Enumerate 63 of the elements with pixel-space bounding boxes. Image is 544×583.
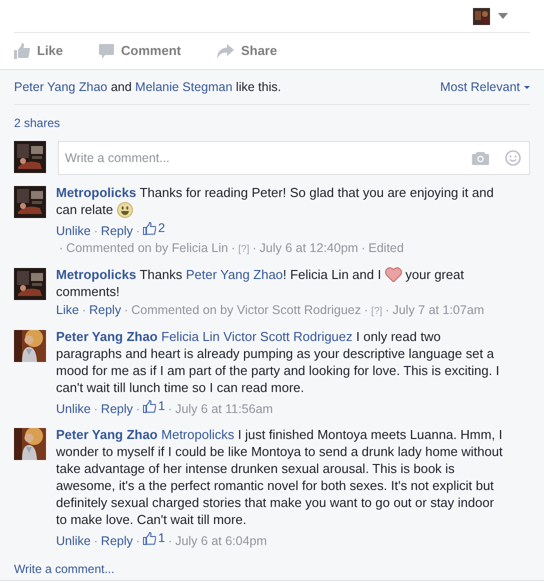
separator-dot: · bbox=[94, 224, 98, 238]
name-link[interactable]: Felicia Lin bbox=[161, 329, 220, 344]
comment-text: Peter Yang Zhao Felicia Lin Victor Scott Rodriguez I only read two paragraphs and heart is already pumping as your descriptive language set a mood for me as if I am part of the party and looking for love. This is exciting. I can't wait till lunch time so I can read more. bbox=[56, 328, 500, 396]
shares-link[interactable]: 2 shares bbox=[14, 114, 60, 132]
thumbs-up-icon bbox=[14, 43, 30, 59]
comment-info: Edited bbox=[368, 241, 404, 255]
thumbs-up-icon bbox=[143, 400, 156, 413]
comment-info: Commented on by Victor Scott Rodriguez bbox=[131, 303, 361, 317]
separator-dot: · bbox=[136, 224, 140, 238]
write-comment-link[interactable]: Write a comment... bbox=[14, 560, 530, 578]
comment-button[interactable]: Comment bbox=[99, 41, 181, 61]
heart-icon bbox=[384, 267, 402, 282]
comment-action-link[interactable]: Reply bbox=[100, 224, 133, 238]
like-count: 2 bbox=[158, 220, 166, 237]
separator-dot: · bbox=[168, 402, 172, 416]
like-count: 1 bbox=[158, 398, 166, 415]
separator-dot: · bbox=[231, 241, 236, 255]
speech-bubble-icon bbox=[99, 44, 114, 58]
comment-text: Peter Yang Zhao Metropolicks I just finished Montoya meets Luanna. Hmm, I wonder to myself if I could be like Montoya to send a drunk lady home without take advantage of her intense drunken sexual arousal. This is book is awesome, it's a the perfect romantic novel for both sexes. It's not explicit but definitely sexual charged stories that make you want to go out or stay indoor to make love. Can't wait till more. bbox=[56, 426, 504, 528]
separator-dot: · bbox=[124, 303, 128, 317]
name-link[interactable]: Peter Yang Zhao bbox=[186, 267, 283, 282]
separator-dot: · bbox=[136, 402, 140, 416]
separator-dot: · bbox=[361, 241, 366, 255]
separator-dot: · bbox=[385, 303, 390, 317]
comment-text: Metropolicks Thanks Peter Yang Zhao! Felicia Lin and I your great comments! bbox=[56, 266, 465, 300]
comment-info: Commented on by Felicia Lin bbox=[66, 241, 228, 255]
separator-dot: · bbox=[136, 534, 140, 548]
separator-dot: · bbox=[82, 303, 86, 317]
comment-action-link[interactable]: Reply bbox=[100, 534, 133, 548]
share-button[interactable]: Share bbox=[216, 41, 278, 61]
separator-dot: · bbox=[59, 241, 64, 255]
thumbs-up-icon bbox=[143, 222, 156, 235]
like-count: 1 bbox=[158, 530, 166, 547]
name-link[interactable]: Melanie Stegman bbox=[135, 80, 232, 94]
separator-dot: · bbox=[364, 303, 368, 317]
name-link[interactable]: Metropolicks bbox=[161, 427, 234, 442]
comment-action-link[interactable]: Unlike bbox=[56, 402, 91, 416]
comment-action-link[interactable]: Reply bbox=[89, 303, 122, 317]
share-arrow-icon bbox=[216, 44, 234, 58]
name-link[interactable]: Peter Yang Zhao bbox=[14, 80, 108, 94]
comment-action-link[interactable]: Like bbox=[56, 303, 79, 317]
author-link[interactable]: Metropolicks bbox=[56, 267, 136, 282]
likes-summary: Peter Yang Zhao and Melanie Stegman like this. bbox=[14, 78, 282, 96]
separator-dot: · bbox=[94, 534, 98, 548]
like-button[interactable]: Like bbox=[14, 41, 64, 61]
comment-action-link[interactable]: Reply bbox=[100, 402, 133, 416]
separator-dot: · bbox=[168, 534, 172, 548]
smiley-emoji-icon bbox=[116, 202, 133, 218]
author-link[interactable]: Metropolicks bbox=[56, 185, 136, 200]
caret-icon bbox=[524, 86, 530, 88]
name-link[interactable]: Victor Scott Rodriguez bbox=[223, 329, 353, 344]
separator-dot: · bbox=[94, 402, 98, 416]
comment-text: Metropolicks Thanks for reading Peter! So glad that you are enjoying it and can relate bbox=[56, 184, 495, 218]
author-link[interactable]: Peter Yang Zhao bbox=[56, 329, 158, 344]
caret-icon[interactable] bbox=[498, 13, 508, 19]
thumbs-up-icon bbox=[143, 532, 156, 545]
comment-field[interactable]: Write a comment... bbox=[58, 141, 530, 175]
comment-input[interactable]: Write a comment... bbox=[65, 148, 472, 168]
author-link[interactable]: Peter Yang Zhao bbox=[56, 427, 158, 442]
comment-action-link[interactable]: Unlike bbox=[56, 224, 91, 238]
comment-action-link[interactable]: Unlike bbox=[56, 534, 91, 548]
separator-dot: · bbox=[252, 241, 257, 255]
sort-dropdown[interactable]: Most Relevant bbox=[440, 78, 530, 96]
